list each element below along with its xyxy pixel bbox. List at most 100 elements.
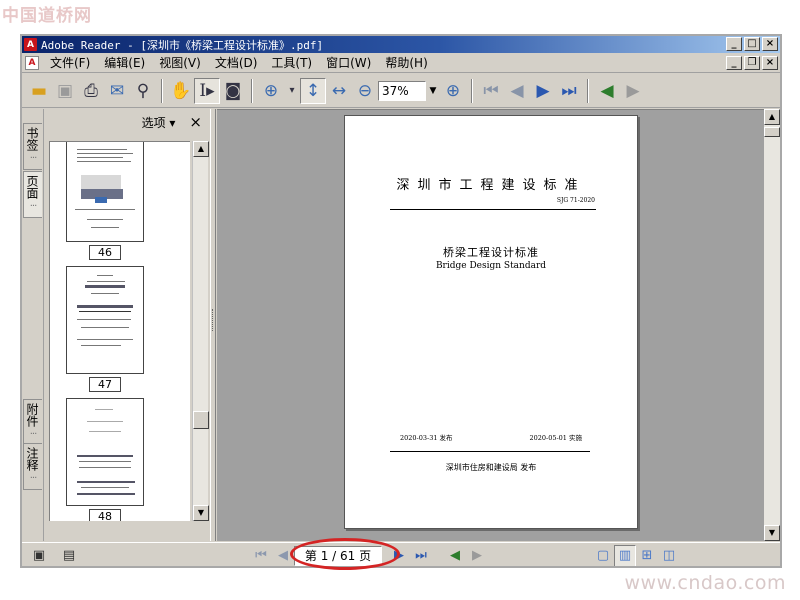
- menu-edit[interactable]: 编辑(E): [97, 54, 152, 71]
- menu-window[interactable]: 窗口(W): [319, 54, 378, 71]
- menu-file[interactable]: 文件(F): [43, 54, 97, 71]
- comments-tab[interactable]: 注释 ···: [23, 443, 42, 490]
- title-bar: A Adobe Reader - [深圳市《桥梁工程设计标准》.pdf] _ □…: [22, 36, 780, 53]
- tab-grip-icon: ···: [29, 153, 38, 164]
- pages-tab[interactable]: 页面 ···: [23, 171, 42, 218]
- tab-grip-icon: ···: [29, 473, 38, 484]
- status-go-forward-icon[interactable]: ▶: [466, 545, 488, 567]
- save-icon[interactable]: ▣: [52, 78, 78, 104]
- zoom-input[interactable]: [378, 80, 426, 101]
- zoom-in-icon[interactable]: ⊕: [258, 78, 284, 104]
- toolbar-separator: [471, 78, 473, 103]
- show-navigation-icon[interactable]: ▣: [28, 545, 50, 567]
- page-thumbnail[interactable]: 46: [66, 142, 144, 260]
- tab-grip-icon: ···: [29, 429, 38, 440]
- zoom-out-icon[interactable]: ⊖: [352, 78, 378, 104]
- status-go-back-icon[interactable]: ◀: [444, 545, 466, 567]
- standard-header: 深圳市工程建设标准: [396, 178, 586, 193]
- adobe-reader-icon: A: [24, 38, 37, 51]
- snapshot-icon[interactable]: ◙: [220, 78, 246, 104]
- publish-date: 2020-03-31 发布: [400, 434, 453, 442]
- pdf-page[interactable]: 深圳市工程建设标准 SJG 71-2020 桥梁工程设计标准 Bridge De…: [344, 115, 638, 529]
- email-icon[interactable]: ✉: [104, 78, 130, 104]
- doc-minimize-button[interactable]: _: [726, 56, 742, 70]
- toolbar-separator: [161, 78, 163, 103]
- doc-close-button[interactable]: ×: [762, 56, 778, 70]
- page-indicator-text: 第 1 / 61 页: [304, 549, 372, 563]
- select-text-icon[interactable]: I▸: [194, 77, 220, 104]
- thumbnail-scrollbar[interactable]: ▲ ▼: [192, 141, 209, 521]
- go-forward-icon[interactable]: ▶: [620, 78, 646, 104]
- zoom-plus-icon[interactable]: ⊕: [440, 78, 466, 104]
- fit-height-icon[interactable]: ↕: [300, 77, 326, 104]
- pdf-document-icon[interactable]: A: [25, 55, 39, 70]
- menu-bar: A 文件(F) 编辑(E) 视图(V) 文档(D) 工具(T) 窗口(W) 帮助…: [22, 53, 780, 73]
- thumbnail-page-number: 46: [89, 245, 121, 260]
- scroll-up-icon[interactable]: ▲: [193, 141, 209, 157]
- bookmarks-tab-label: 书签: [25, 127, 39, 151]
- viewer-scrollbar[interactable]: ▲ ▼: [764, 109, 780, 541]
- continuous-view-icon[interactable]: ▥: [614, 544, 636, 566]
- minimize-button[interactable]: _: [726, 37, 742, 51]
- search-binoculars-icon[interactable]: ⚲: [130, 78, 156, 104]
- first-page-icon[interactable]: ⏮: [478, 78, 504, 104]
- close-button[interactable]: ×: [762, 37, 778, 51]
- hand-tool-icon[interactable]: ✋: [168, 78, 194, 104]
- publisher: 深圳市住房和建设局 发布: [445, 463, 537, 472]
- panel-splitter[interactable]: [210, 109, 216, 541]
- page-options-icon[interactable]: ▤: [58, 545, 80, 567]
- thumbnail-list[interactable]: 46 47 48: [49, 141, 190, 521]
- scroll-down-icon[interactable]: ▼: [764, 525, 780, 541]
- window-title: Adobe Reader - [深圳市《桥梁工程设计标准》.pdf]: [41, 38, 324, 52]
- open-folder-icon[interactable]: ▬: [26, 78, 52, 104]
- continuous-facing-view-icon[interactable]: ◫: [658, 545, 680, 567]
- attachments-tab[interactable]: 附件 ···: [23, 399, 42, 446]
- pages-panel: 选项 ▾ × 46 47 48 ▲ ▼: [45, 109, 210, 541]
- status-last-page-icon[interactable]: ⏭: [410, 545, 432, 567]
- next-page-icon[interactable]: ▶: [530, 78, 556, 104]
- watermark-bottom: www.cndao.com: [624, 572, 786, 594]
- print-icon[interactable]: ⎙: [78, 78, 104, 104]
- navigation-tabs: 书签 ··· 页面 ··· 附件 ··· 注释 ···: [22, 109, 44, 541]
- maximize-button[interactable]: □: [744, 37, 760, 51]
- document-viewer[interactable]: 深圳市工程建设标准 SJG 71-2020 桥梁工程设计标准 Bridge De…: [217, 109, 764, 541]
- menu-view[interactable]: 视图(V): [152, 54, 208, 71]
- pages-tab-label: 页面: [25, 175, 39, 199]
- zoom-tool-dropdown-icon[interactable]: ▾: [284, 78, 300, 104]
- bookmarks-tab[interactable]: 书签 ···: [23, 123, 42, 170]
- scroll-thumb[interactable]: [193, 411, 209, 429]
- status-first-page-icon[interactable]: ⏮: [250, 545, 272, 567]
- splitter-grip-icon: [212, 309, 214, 331]
- last-page-icon[interactable]: ⏭: [556, 78, 582, 104]
- status-prev-page-icon[interactable]: ◀: [272, 545, 294, 567]
- status-bar: ▣ ▤ ⏮ ◀ 第 1 / 61 页 ▶ ⏭ ◀ ▶ ▢ ▥ ⊞ ◫: [22, 542, 780, 567]
- attachments-tab-label: 附件: [25, 403, 39, 427]
- fit-width-icon[interactable]: ↔: [326, 78, 352, 104]
- adobe-reader-window: A Adobe Reader - [深圳市《桥梁工程设计标准》.pdf] _ □…: [20, 34, 782, 568]
- thumbnail-page-number: 48: [89, 509, 121, 521]
- scroll-down-icon[interactable]: ▼: [193, 505, 209, 521]
- menu-tools[interactable]: 工具(T): [264, 54, 319, 71]
- facing-view-icon[interactable]: ⊞: [636, 545, 658, 567]
- status-next-page-icon[interactable]: ▶: [388, 545, 410, 567]
- go-back-icon[interactable]: ◀: [594, 78, 620, 104]
- page-thumbnail[interactable]: 48: [66, 398, 144, 521]
- scroll-thumb[interactable]: [764, 127, 780, 137]
- toolbar-separator: [587, 78, 589, 103]
- header-rule: [390, 209, 596, 210]
- panel-close-button[interactable]: ×: [189, 113, 202, 131]
- scroll-up-icon[interactable]: ▲: [764, 109, 780, 125]
- document-title-en: Bridge Design Standard: [435, 261, 547, 271]
- doc-restore-button[interactable]: ❐: [744, 56, 760, 70]
- thumbnail-page-number: 47: [89, 377, 121, 392]
- menu-document[interactable]: 文档(D): [208, 54, 265, 71]
- page-thumbnail[interactable]: 47: [66, 266, 144, 392]
- footer-rule: [390, 451, 590, 452]
- document-title-cn: 桥梁工程设计标准: [443, 246, 539, 259]
- prev-page-icon[interactable]: ◀: [504, 78, 530, 104]
- single-page-view-icon[interactable]: ▢: [592, 545, 614, 567]
- menu-help[interactable]: 帮助(H): [378, 54, 434, 71]
- panel-options-button[interactable]: 选项 ▾: [142, 114, 176, 131]
- page-number-field[interactable]: 第 1 / 61 页: [294, 545, 382, 566]
- zoom-dropdown-icon[interactable]: ▼: [426, 81, 440, 101]
